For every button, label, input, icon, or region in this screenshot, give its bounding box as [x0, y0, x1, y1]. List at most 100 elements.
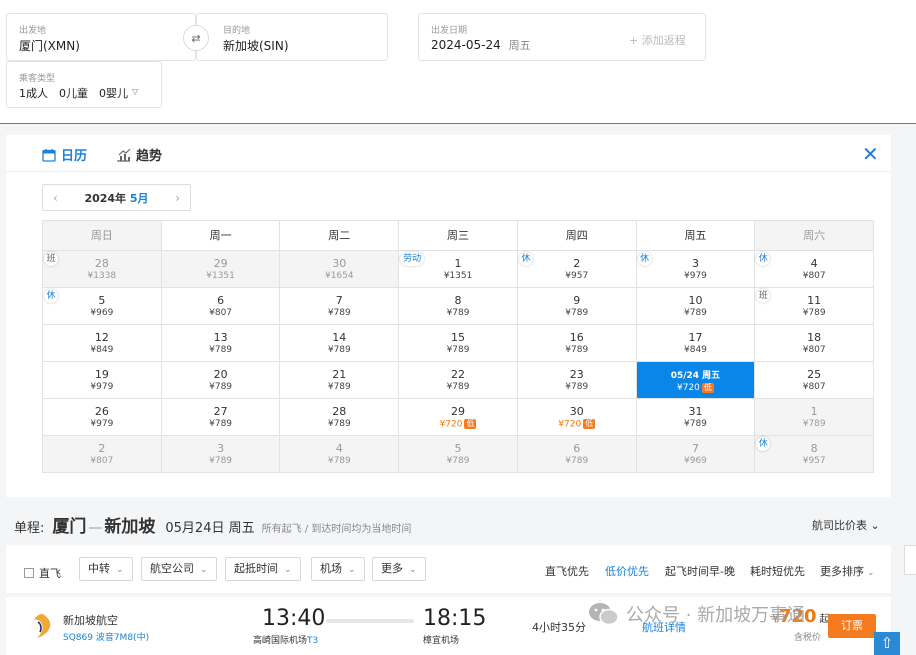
to-label: 目的地: [223, 26, 251, 36]
side-tab[interactable]: [904, 545, 916, 575]
calendar-day[interactable]: 22 ¥789: [399, 362, 518, 399]
close-icon[interactable]: ✕: [862, 144, 879, 164]
tax-note: 含税价: [794, 633, 822, 643]
day-price-row: ¥789: [280, 456, 398, 467]
calendar-day[interactable]: 8 ¥789: [399, 288, 518, 325]
day-price-row: ¥849: [43, 345, 161, 356]
day-price-row: ¥789: [755, 308, 873, 319]
day-number: 28: [94, 257, 109, 270]
tab-calendar[interactable]: 日历: [42, 145, 87, 164]
add-return-link[interactable]: + 添加返程: [629, 32, 686, 48]
calendar-day[interactable]: 30 ¥720 低: [517, 399, 637, 436]
filter-bar: 直飞 中转 ⌄ 航空公司 ⌄ 起抵时间 ⌄ 机场 ⌄ 更多 ⌄ 直飞优先 低价优先 起飞时…: [6, 545, 891, 593]
from-field[interactable]: 出发地 厦门(XMN): [6, 13, 196, 61]
back-to-top-icon[interactable]: ⇧: [874, 632, 900, 655]
checkbox-icon: [24, 568, 34, 578]
calendar-day[interactable]: 17 ¥849: [636, 325, 756, 362]
weekday-cell: 周四: [517, 221, 637, 251]
sort-direct-first[interactable]: 直飞优先: [545, 563, 589, 579]
flight-duration: 4小时35分: [532, 621, 586, 634]
calendar-day[interactable]: 25 ¥807: [755, 362, 875, 399]
calendar-day[interactable]: 7 ¥789: [280, 288, 400, 325]
day-price-row: ¥720 低: [399, 419, 517, 431]
day-price-row: ¥720 低: [637, 383, 755, 394]
day-price-row: ¥789: [399, 345, 517, 356]
sort-departure-time[interactable]: 起飞时间早-晚: [665, 563, 735, 579]
passenger-label: 乘客类型: [19, 74, 56, 84]
flight-number[interactable]: SQ869 波音7M8(中): [63, 630, 149, 643]
calendar-day[interactable]: 31 ¥789: [636, 399, 756, 436]
filter-transfer[interactable]: 中转 ⌄: [79, 557, 133, 581]
airline-compare-link[interactable]: 航司比价表 ⌄: [812, 517, 880, 533]
calendar-day[interactable]: 30 ¥1654: [280, 251, 400, 288]
day-price-row: ¥789: [162, 419, 280, 430]
day-price-row: ¥789: [518, 345, 636, 356]
day-price: ¥789: [446, 456, 470, 466]
calendar-day[interactable]: 20 ¥789: [161, 362, 281, 399]
calendar-day[interactable]: 休 8 ¥957: [755, 436, 875, 473]
calendar-day[interactable]: 6 ¥789: [517, 436, 637, 473]
day-number: 3: [691, 257, 699, 270]
calendar-day[interactable]: 7 ¥969: [636, 436, 756, 473]
calendar-day[interactable]: 29 ¥1351: [161, 251, 281, 288]
day-price: ¥1654: [324, 271, 354, 281]
direct-checkbox[interactable]: 直飞: [24, 565, 61, 581]
from-value: 厦门(XMN): [19, 39, 80, 53]
calendar-day[interactable]: 29 ¥720 低: [399, 399, 518, 436]
calendar-day[interactable]: 6 ¥807: [161, 288, 281, 325]
day-number: 2: [98, 442, 106, 455]
calendar-day-selected[interactable]: 05/24 周五 ¥720 低: [636, 362, 756, 399]
date-field[interactable]: 出发日期 2024-05-24 周五 + 添加返程: [418, 13, 706, 61]
sort-shortest-duration[interactable]: 耗时短优先: [750, 563, 805, 579]
wechat-icon: [589, 603, 619, 626]
calendar-day[interactable]: 休 3 ¥979: [636, 251, 756, 288]
calendar-day[interactable]: 4 ¥789: [280, 436, 400, 473]
calendar-day[interactable]: 28 ¥789: [280, 399, 400, 436]
tab-trend[interactable]: 趋势: [117, 145, 162, 164]
sort-more[interactable]: 更多排序 ⌄: [820, 563, 875, 579]
calendar-day[interactable]: 26 ¥979: [43, 399, 162, 436]
calendar-day[interactable]: 1 ¥789: [755, 399, 875, 436]
to-value: 新加坡(SIN): [223, 39, 289, 53]
calendar-day[interactable]: 14 ¥789: [280, 325, 400, 362]
day-number: 18: [807, 331, 822, 344]
calendar-day[interactable]: 5 ¥789: [399, 436, 518, 473]
calendar-day[interactable]: 18 ¥807: [755, 325, 875, 362]
calendar-day[interactable]: 班 28 ¥1338: [43, 251, 162, 288]
book-button[interactable]: 订票: [828, 614, 876, 638]
day-price-row: ¥789: [280, 419, 398, 430]
day-number: 20: [213, 368, 228, 381]
filter-time[interactable]: 起抵时间 ⌄: [225, 557, 301, 581]
next-month-icon[interactable]: ›: [175, 191, 180, 205]
calendar-day[interactable]: 12 ¥849: [43, 325, 162, 362]
to-field[interactable]: 目的地 新加坡(SIN): [196, 13, 388, 61]
day-price: ¥789: [565, 345, 589, 355]
calendar-day[interactable]: 3 ¥789: [161, 436, 281, 473]
calendar-day[interactable]: 15 ¥789: [399, 325, 518, 362]
filter-airline[interactable]: 航空公司 ⌄: [141, 557, 217, 581]
calendar-day[interactable]: 23 ¥789: [517, 362, 637, 399]
calendar-day[interactable]: 休 4 ¥807: [755, 251, 875, 288]
day-price: ¥807: [802, 271, 826, 281]
swap-icon[interactable]: ⇄: [183, 25, 209, 51]
departure-terminal: T3: [307, 636, 319, 646]
direct-label: 直飞: [39, 567, 61, 580]
calendar-day[interactable]: 休 5 ¥969: [43, 288, 162, 325]
calendar-day[interactable]: 16 ¥789: [517, 325, 637, 362]
day-price: ¥789: [684, 308, 707, 318]
filter-airport[interactable]: 机场 ⌄: [311, 557, 365, 581]
calendar-day[interactable]: 19 ¥979: [43, 362, 162, 399]
calendar-day[interactable]: 21 ¥789: [280, 362, 400, 399]
calendar-day[interactable]: 休 2 ¥957: [517, 251, 637, 288]
sort-lowest-price[interactable]: 低价优先: [605, 563, 649, 579]
calendar-day[interactable]: 班 11 ¥789: [755, 288, 875, 325]
calendar-day[interactable]: 10 ¥789: [636, 288, 756, 325]
prev-month-icon[interactable]: ‹: [53, 191, 58, 205]
calendar-day[interactable]: 2 ¥807: [43, 436, 162, 473]
passenger-field[interactable]: 乘客类型 1成人 0儿童 0婴儿 ▽: [6, 61, 162, 108]
calendar-day[interactable]: 27 ¥789: [161, 399, 281, 436]
filter-more[interactable]: 更多 ⌄: [372, 557, 426, 581]
calendar-day[interactable]: 劳动 1 ¥1351: [399, 251, 518, 288]
calendar-day[interactable]: 13 ¥789: [161, 325, 281, 362]
calendar-day[interactable]: 9 ¥789: [517, 288, 637, 325]
